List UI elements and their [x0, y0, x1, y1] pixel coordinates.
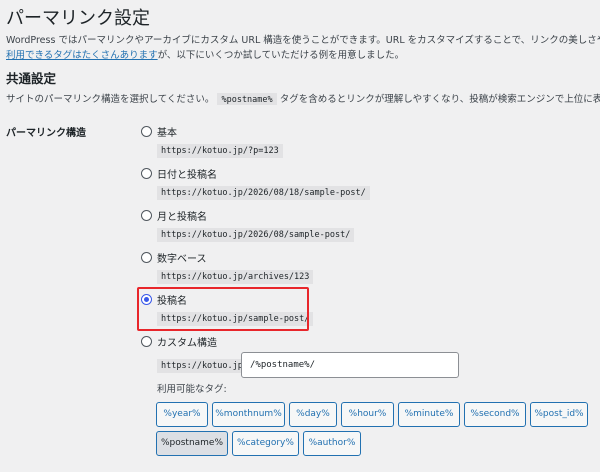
option-numeric[interactable]: 数字ベース https://kotuo.jp/archives/123 — [141, 250, 314, 284]
tag-second-button[interactable]: %second% — [464, 402, 526, 427]
option-custom-label: カスタム構造 — [157, 337, 217, 349]
intro-line-1: WordPress ではパーマリンクやアーカイブにカスタム URL 構造を使うこ… — [6, 35, 600, 46]
tag-post-id-button[interactable]: %post_id% — [530, 402, 588, 427]
option-day-name[interactable]: 日付と投稿名 https://kotuo.jp/2026/08/18/sampl… — [141, 166, 370, 200]
radio-month-name[interactable] — [141, 209, 152, 221]
tag-monthnum-button[interactable]: %monthnum% — [212, 402, 285, 427]
intro-line-2: 利用できるタグはたくさんありますが、以下にいくつか試していただける例を用意しまし… — [6, 48, 600, 63]
radio-custom[interactable] — [141, 335, 152, 347]
tag-day-button[interactable]: %day% — [289, 402, 337, 427]
option-numeric-url: https://kotuo.jp/archives/123 — [157, 270, 314, 284]
available-tags-label: 利用可能なタグ: — [157, 384, 227, 395]
section-desc-before: サイトのパーマリンク構造を選択してください。 — [6, 94, 215, 105]
tag-minute-button[interactable]: %minute% — [398, 402, 460, 427]
tag-author-button[interactable]: %author% — [303, 431, 361, 456]
permalink-structure-label: パーマリンク構造 — [6, 128, 86, 139]
radio-day-name[interactable] — [141, 167, 152, 179]
option-day-name-label: 日付と投稿名 — [157, 169, 217, 181]
page-title: パーマリンク設定 — [6, 8, 150, 29]
option-month-name[interactable]: 月と投稿名 https://kotuo.jp/2026/08/sample-po… — [141, 208, 355, 242]
option-basic-label: 基本 — [157, 127, 177, 139]
intro-text: WordPress ではパーマリンクやアーカイブにカスタム URL 構造を使うこ… — [6, 33, 600, 63]
option-month-name-label: 月と投稿名 — [157, 211, 207, 223]
option-custom[interactable]: カスタム構造 — [141, 334, 217, 349]
tag-hour-button[interactable]: %hour% — [341, 402, 394, 427]
custom-structure-prefix: https://kotuo.jp — [157, 359, 247, 373]
option-basic[interactable]: 基本 https://kotuo.jp/?p=123 — [141, 124, 283, 158]
section-desc-after: タグを含めるとリンクが理解しやすくなり、投稿が検索エンジンで上位に表示されるのに… — [279, 94, 600, 105]
option-basic-url: https://kotuo.jp/?p=123 — [157, 144, 283, 158]
intro-line-2-rest: が、以下にいくつか試していただける例を用意しました。 — [157, 50, 405, 61]
postname-code: %postname% — [217, 93, 277, 105]
option-month-name-url: https://kotuo.jp/2026/08/sample-post/ — [157, 228, 355, 242]
radio-numeric[interactable] — [141, 251, 152, 263]
highlight-box — [137, 287, 309, 331]
custom-structure-input[interactable]: /%postname%/ — [241, 352, 459, 378]
tag-year-button[interactable]: %year% — [156, 402, 208, 427]
option-numeric-label: 数字ベース — [157, 253, 207, 265]
option-day-name-url: https://kotuo.jp/2026/08/18/sample-post/ — [157, 186, 370, 200]
available-tags-link[interactable]: 利用できるタグはたくさんあります — [6, 50, 158, 61]
tag-category-button[interactable]: %category% — [232, 431, 299, 456]
section-title: 共通設定 — [6, 71, 57, 86]
radio-basic[interactable] — [141, 125, 152, 137]
tag-postname-button[interactable]: %postname% — [156, 431, 228, 456]
section-description: サイトのパーマリンク構造を選択してください。 %postname% タグを含める… — [6, 91, 600, 105]
